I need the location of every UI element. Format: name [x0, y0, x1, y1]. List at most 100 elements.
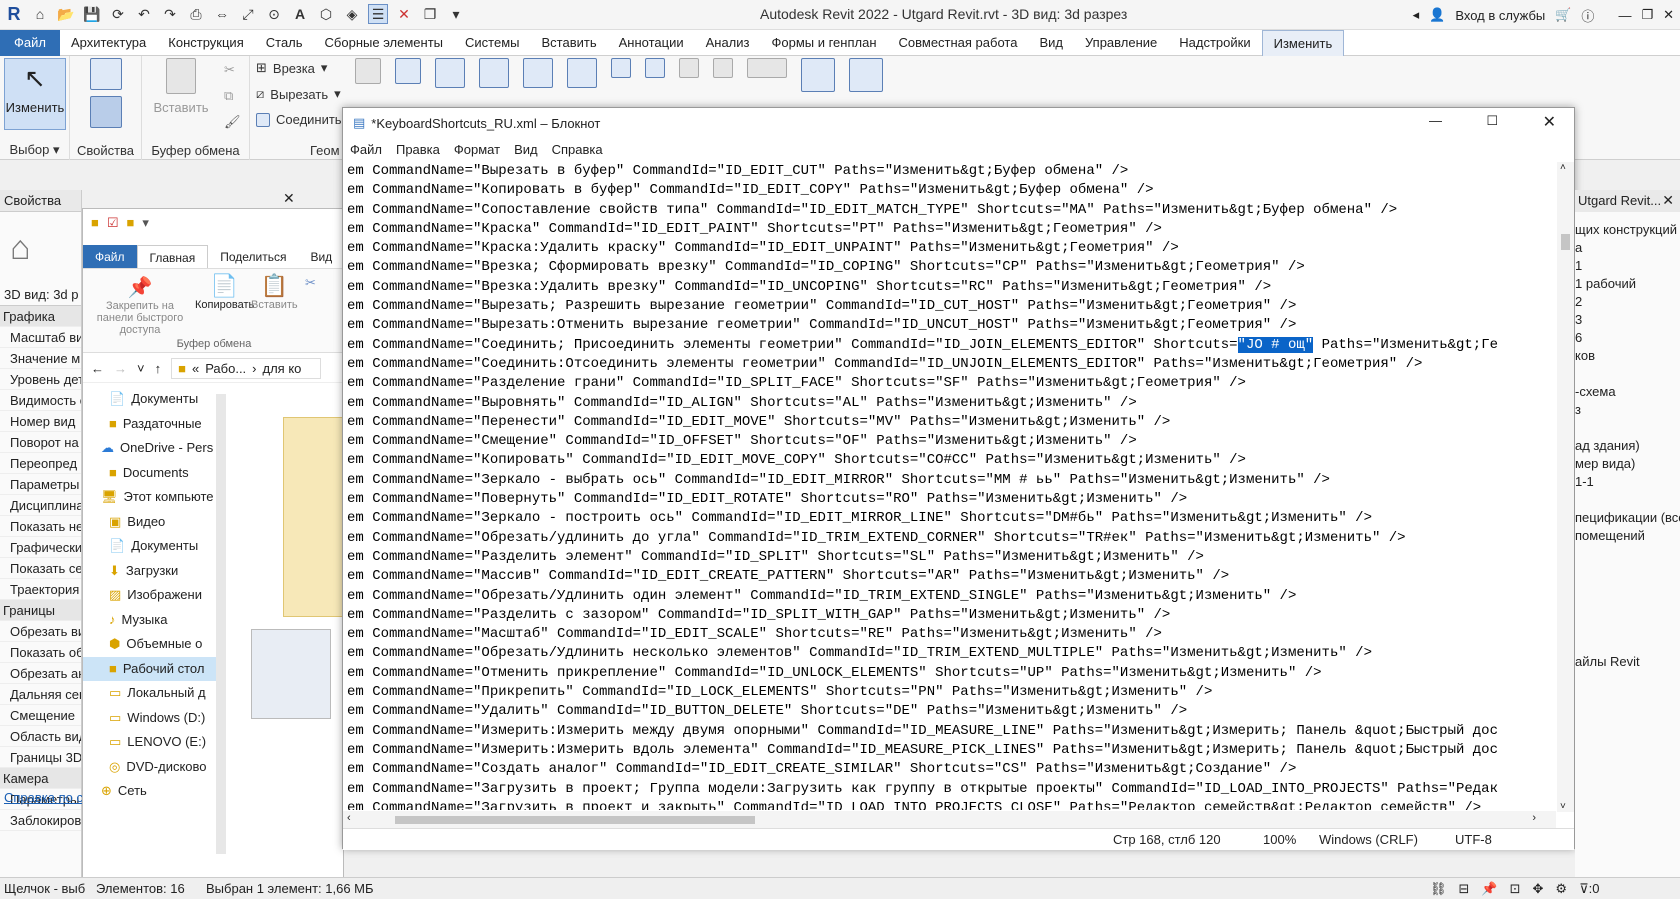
properties-row[interactable]: Видимость с [0, 390, 81, 411]
properties-row[interactable]: Графически [0, 537, 81, 558]
explorer-copy-button[interactable]: 📄 Копировать [195, 273, 254, 311]
close-icon[interactable]: ✕ [1663, 7, 1674, 23]
measure-icon[interactable]: ⇔ [212, 4, 232, 24]
project-browser-close-icon[interactable]: ✕ [1662, 192, 1674, 209]
tree-item[interactable]: 📄 Документы [83, 387, 223, 412]
move-icon[interactable] [611, 58, 631, 78]
explorer-tab-2[interactable]: Поделиться [208, 245, 298, 268]
new-folder-icon[interactable]: ■ [127, 215, 135, 231]
file-thumbnail[interactable] [251, 629, 331, 719]
ribbon-tab-5[interactable]: Системы [454, 30, 530, 56]
3d-view-icon[interactable]: ⬡ [316, 4, 336, 24]
select-underlay-icon[interactable]: ⊟ [1459, 881, 1470, 897]
notepad-close-icon[interactable]: ✕ [1543, 112, 1556, 132]
project-browser-item[interactable]: ков [1575, 348, 1595, 363]
project-browser-item[interactable]: 3 [1575, 312, 1582, 327]
copy-icon[interactable]: ⧉ [224, 88, 233, 104]
project-browser-item[interactable]: 1 [1575, 258, 1582, 273]
ribbon-tab-7[interactable]: Аннотации [608, 30, 695, 56]
tree-item[interactable]: ▣ Видео [83, 510, 223, 535]
back-icon[interactable]: ← [91, 361, 104, 376]
mirror-axis-icon[interactable] [523, 58, 553, 88]
redo-icon[interactable]: ↷ [160, 4, 180, 24]
recent-icon[interactable]: ˅ [137, 361, 145, 376]
scroll-right-icon[interactable]: › [1532, 812, 1536, 824]
project-browser-item[interactable]: з [1575, 402, 1581, 417]
project-browser-item[interactable]: пецификации (все [1575, 510, 1680, 525]
sync-icon[interactable]: ⟳ [108, 4, 128, 24]
print-icon[interactable]: ⎙ [186, 4, 206, 24]
ribbon-tab-14[interactable]: Изменить [1261, 29, 1345, 56]
cut-icon[interactable]: ✂ [224, 62, 235, 78]
explorer-tab-3[interactable]: Вид [298, 245, 344, 268]
vertical-scroll-thumb[interactable] [1561, 234, 1570, 250]
properties-row[interactable]: Область вид [0, 726, 81, 747]
properties-row[interactable]: Значение м [0, 348, 81, 369]
switch-windows-icon[interactable]: ❐ [420, 4, 440, 24]
project-browser-item[interactable]: 1-1 [1575, 474, 1594, 489]
pin-quick-access-button[interactable]: 📌 Закрепить на панели быстрого доступа [87, 275, 193, 336]
notepad-menu-3[interactable]: Вид [507, 142, 545, 157]
tree-item[interactable]: ⊕ Сеть [83, 779, 223, 804]
tree-item[interactable]: ▭ Windows (D:) [83, 706, 223, 731]
up-icon[interactable]: ↑ [155, 361, 162, 376]
ribbon-tab-12[interactable]: Управление [1074, 30, 1168, 56]
properties-help-link[interactable]: Справка по с [4, 790, 83, 805]
notepad-maximize-icon[interactable]: ☐ [1486, 113, 1498, 129]
project-browser-item[interactable]: щих конструкций [1575, 222, 1677, 237]
restore-icon[interactable]: ❐ [1641, 7, 1653, 23]
ribbon-tab-0[interactable]: Файл [0, 29, 60, 56]
forward-icon[interactable]: → [114, 361, 127, 376]
drag-elements-icon[interactable]: ✥ [1533, 881, 1544, 897]
project-browser-item[interactable]: 2 [1575, 294, 1582, 309]
properties-row[interactable]: Поворот на [0, 432, 81, 453]
tree-item[interactable]: ♪ Музыка [83, 608, 223, 633]
filter-icon[interactable]: ⊽:0 [1579, 881, 1599, 897]
address-bar[interactable]: ■ « Рабо... › для ко [171, 358, 322, 379]
tree-scrollbar[interactable] [216, 394, 226, 854]
ribbon-tab-8[interactable]: Анализ [695, 30, 761, 56]
paste-button[interactable]: Вставить [146, 58, 216, 115]
offset-icon[interactable] [479, 58, 509, 88]
properties-row[interactable]: Заблокиров [0, 810, 81, 831]
explorer-qat-dropdown-icon[interactable]: ▾ [142, 215, 149, 231]
notepad-minimize-icon[interactable]: — [1429, 113, 1442, 128]
paint-icon[interactable] [355, 58, 381, 84]
minimize-icon[interactable]: — [1618, 8, 1631, 23]
thin-lines-icon[interactable]: ☰ [368, 4, 388, 24]
copy-move-icon[interactable] [645, 58, 665, 78]
ribbon-tab-3[interactable]: Сталь [255, 30, 314, 56]
user-icon[interactable]: 👤 [1429, 7, 1445, 23]
properties-row[interactable]: Показать не [0, 516, 81, 537]
cart-icon[interactable]: 🛒 [1555, 7, 1571, 23]
project-browser-item[interactable]: а [1575, 240, 1582, 255]
explorer-paste-button[interactable]: 📋 Вставить [251, 273, 298, 311]
properties-row[interactable]: Показать об [0, 642, 81, 663]
tag-icon[interactable]: ⊙ [264, 4, 284, 24]
measure-tool-icon[interactable] [747, 58, 787, 78]
revit-logo-icon[interactable]: R [4, 4, 24, 24]
load-into-project-icon[interactable] [849, 58, 883, 92]
project-browser-item[interactable]: мер вида) [1575, 456, 1635, 471]
properties-button[interactable] [86, 96, 126, 128]
customize-qat-icon[interactable]: ▾ [446, 4, 466, 24]
properties-close-icon[interactable]: ✕ [283, 190, 295, 207]
project-browser-item[interactable]: айлы Revit [1575, 654, 1640, 669]
properties-row[interactable]: Границы 3D [0, 747, 81, 768]
folder-thumbnail[interactable] [283, 417, 345, 617]
properties-row[interactable]: Масштаб ви [0, 327, 81, 348]
tree-item[interactable]: ■ Documents [83, 461, 223, 486]
notepad-menu-0[interactable]: Файл [343, 142, 389, 157]
notepad-horizontal-scrollbar[interactable]: ‹ › [343, 811, 1556, 828]
select-pinned-icon[interactable]: 📌 [1481, 881, 1497, 897]
scroll-down-icon[interactable]: ˅ [1560, 801, 1566, 812]
project-browser-item[interactable]: ад здания) [1575, 438, 1640, 453]
properties-row[interactable]: Траектория [0, 579, 81, 600]
pin-icon[interactable] [679, 58, 699, 78]
type-selector[interactable]: ⌂ [0, 212, 81, 284]
properties-row[interactable]: Параметры [0, 474, 81, 495]
tree-item[interactable]: ▭ LENOVO (E:) [83, 730, 223, 755]
project-browser-item[interactable]: 6 [1575, 330, 1582, 345]
properties-row[interactable]: Уровень дет [0, 369, 81, 390]
select-links-icon[interactable]: ⛓ [1430, 881, 1447, 897]
